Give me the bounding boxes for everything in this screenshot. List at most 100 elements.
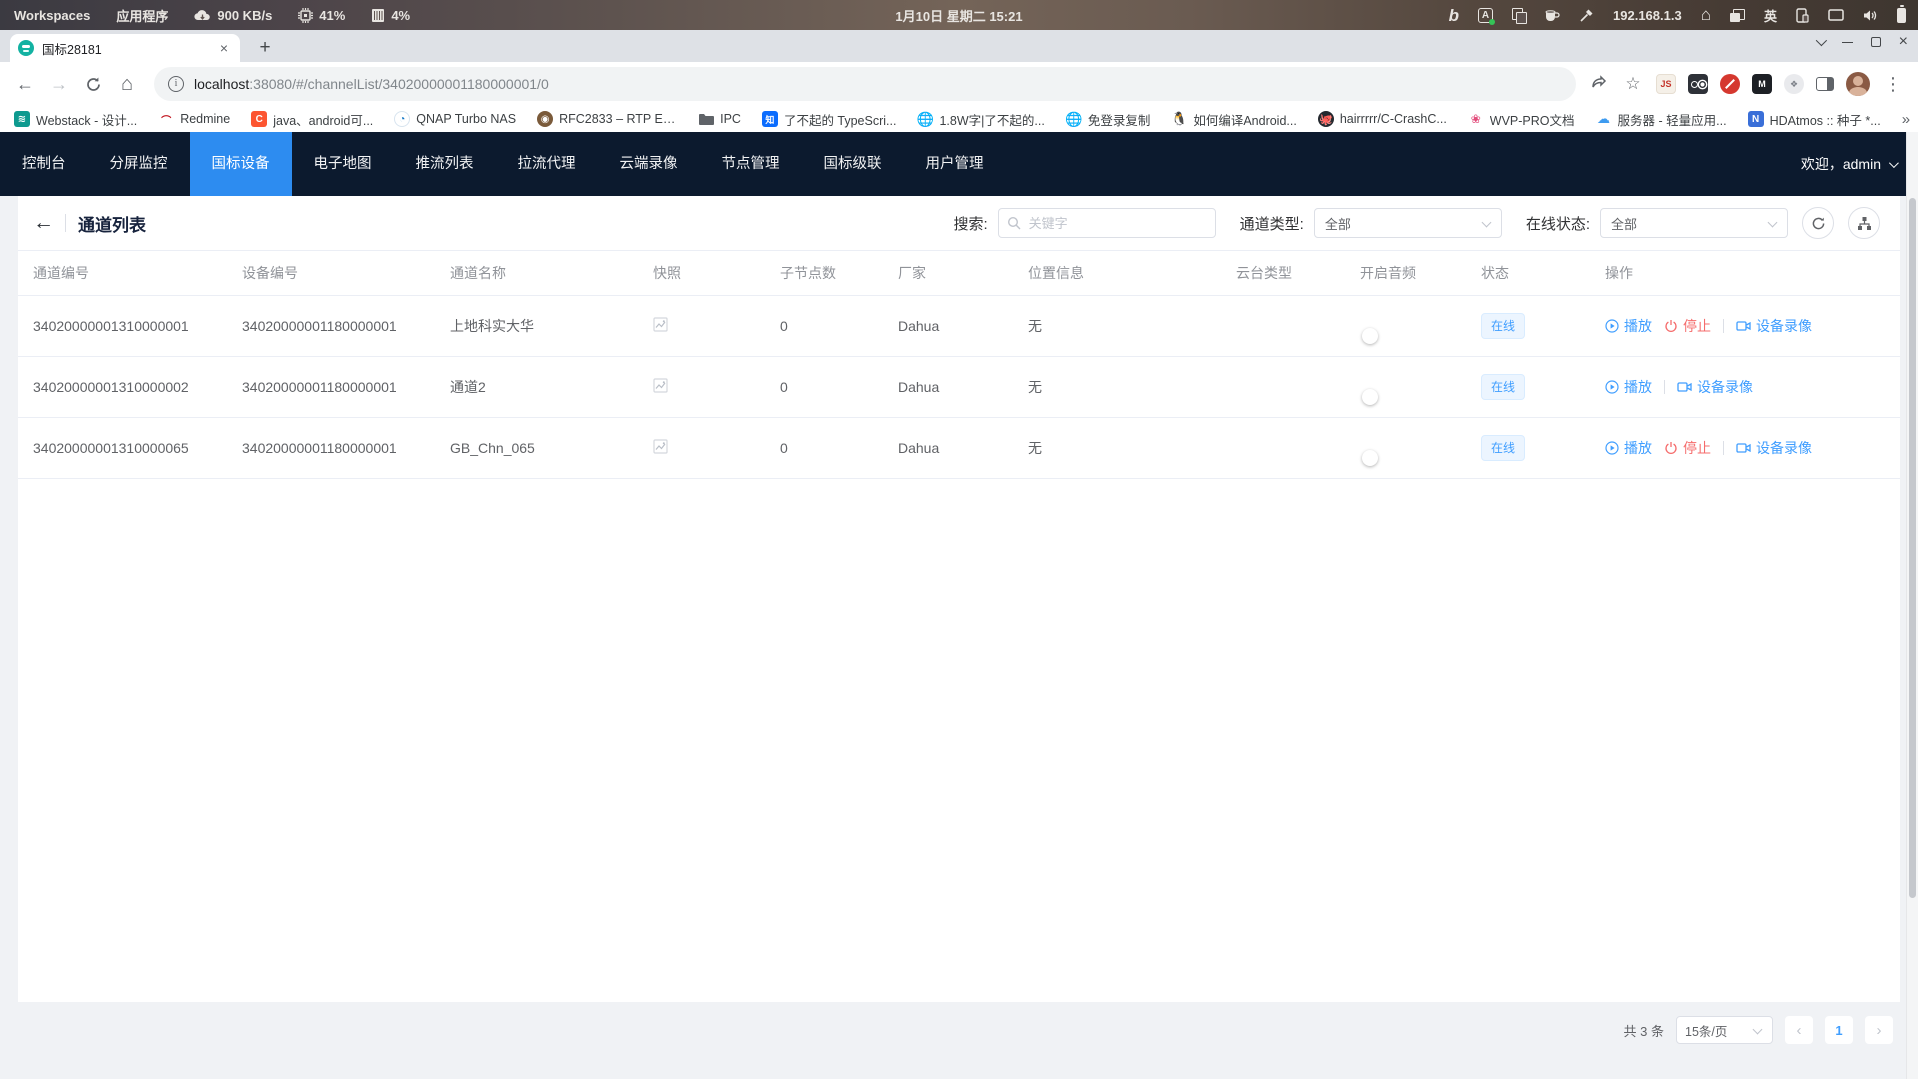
window-minimize-button[interactable] (1842, 42, 1853, 43)
nav-item-gb-devices[interactable]: 国标设备 (190, 132, 292, 196)
next-page-button[interactable]: › (1865, 1016, 1893, 1044)
panel-header: ← 通道列表 搜索: 通道类型: 全部 在线状态: 全部 (18, 196, 1900, 250)
extension-dark-icon[interactable]: M (1752, 74, 1772, 94)
window-close-button[interactable]: × (1899, 37, 1908, 47)
side-panel-button[interactable] (1816, 77, 1834, 91)
page-info-icon[interactable]: i (168, 76, 184, 92)
display-tray-icon[interactable] (1828, 9, 1844, 22)
device-record-button[interactable]: 设备录像 (1677, 377, 1753, 397)
window-maximize-button[interactable] (1871, 37, 1881, 47)
bing-tray-icon[interactable]: b (1449, 7, 1459, 24)
bookmark-redmine[interactable]: ⌒Redmine (158, 111, 230, 127)
nav-item-split-screen[interactable]: 分屏监控 (88, 132, 190, 196)
bookmark-typescript-zhihu[interactable]: 知了不起的 TypeScri... (762, 110, 897, 129)
bookmark-copy-nologin[interactable]: 🌐免登录复制 (1066, 110, 1151, 129)
stop-button[interactable]: 停止 (1664, 438, 1711, 458)
tree-view-button[interactable] (1848, 207, 1880, 239)
channel-type-select[interactable]: 全部 (1314, 208, 1502, 238)
location-cell: 无 (1028, 377, 1236, 397)
page-size-select[interactable]: 15条/页 (1676, 1016, 1773, 1044)
ip-address-indicator[interactable]: 192.168.1.3 (1613, 8, 1682, 23)
bookmarks-overflow-button[interactable]: » (1902, 111, 1910, 128)
applications-menu[interactable]: 应用程序 (116, 6, 168, 25)
device-record-button[interactable]: 设备录像 (1736, 316, 1812, 336)
nav-item-pull-proxy[interactable]: 拉流代理 (496, 132, 598, 196)
browser-menu-button[interactable]: ⋮ (1882, 74, 1904, 95)
browser-tab[interactable]: 国标28181 × (10, 34, 240, 62)
extension-adblock-icon[interactable] (1720, 74, 1740, 94)
table-row: 34020000001310000002 3402000000118000000… (18, 357, 1900, 418)
search-input[interactable] (998, 208, 1216, 238)
workspaces-button[interactable]: Workspaces (14, 8, 90, 23)
column-header-channel-id: 通道编号 (33, 263, 242, 283)
nav-item-cloud-record[interactable]: 云端录像 (598, 132, 700, 196)
browser-home-button[interactable]: ⌂ (112, 69, 142, 99)
play-button[interactable]: 播放 (1605, 438, 1652, 458)
memory-usage-indicator[interactable]: 4% (371, 8, 410, 23)
home-tray-icon[interactable]: ⌂ (1701, 5, 1711, 25)
stop-button[interactable]: 停止 (1664, 316, 1711, 336)
page-title: 通道列表 (78, 211, 146, 236)
scrollbar-thumb[interactable] (1909, 198, 1916, 898)
window-switcher-tray-icon[interactable] (1730, 9, 1745, 22)
rfc-favicon: ◉ (537, 111, 553, 127)
color-picker-tray-icon[interactable] (1579, 8, 1594, 23)
bookmark-github-crash[interactable]: 🐙hairrrrr/C-CrashC... (1318, 111, 1447, 127)
translate-tray-icon[interactable]: A (1478, 8, 1493, 23)
input-method-indicator[interactable]: 英 (1764, 6, 1777, 25)
bookmark-star-button[interactable]: ☆ (1622, 74, 1644, 94)
nav-item-gb-cascade[interactable]: 国标级联 (802, 132, 904, 196)
bookmark-wvp-pro-docs[interactable]: ❀WVP-PRO文档 (1468, 110, 1575, 129)
cpu-icon (298, 8, 313, 23)
bookmark-java-android[interactable]: Cjava、android可... (251, 110, 373, 129)
volume-tray-icon[interactable] (1863, 9, 1878, 22)
bookmark-rfc2833[interactable]: ◉RFC2833 – RTP Ev... (537, 111, 677, 127)
clipboard-tray-icon[interactable] (1512, 8, 1525, 22)
snapshot-cell[interactable] (653, 439, 780, 457)
extension-misc-icon[interactable]: ❖ (1784, 74, 1804, 94)
profile-avatar[interactable] (1846, 72, 1870, 96)
bookmark-hdatmos[interactable]: NHDAtmos :: 种子 *... (1748, 110, 1881, 129)
back-button[interactable]: ← (10, 69, 40, 99)
welcome-admin-menu[interactable]: 欢迎，admin (1801, 154, 1918, 174)
clock[interactable]: 1月10日 星期二 15:21 (895, 6, 1022, 25)
tab-close-button[interactable]: × (216, 40, 232, 56)
play-button[interactable]: 播放 (1605, 316, 1652, 336)
nav-item-push-list[interactable]: 推流列表 (394, 132, 496, 196)
page-scrollbar[interactable] (1906, 132, 1918, 1079)
bookmark-qnap[interactable]: ◔QNAP Turbo NAS (394, 111, 516, 127)
url-host: localhost (194, 76, 249, 92)
reload-button[interactable] (78, 69, 108, 99)
url-bar[interactable]: i localhost:38080/#/channelList/34020000… (154, 67, 1576, 101)
bookmark-webstack[interactable]: ≋Webstack - 设计... (14, 110, 137, 129)
bookmark-18w-article[interactable]: 🌐1.8W字|了不起的... (917, 110, 1044, 129)
prev-page-button[interactable]: ‹ (1785, 1016, 1813, 1044)
extension-glasses-icon[interactable] (1688, 74, 1708, 94)
online-status-select[interactable]: 全部 (1600, 208, 1788, 238)
nav-item-e-map[interactable]: 电子地图 (292, 132, 394, 196)
bookmark-ipc-folder[interactable]: IPC (698, 112, 741, 126)
page-back-button[interactable]: ← (33, 211, 63, 235)
bookmark-compile-android[interactable]: 🐧如何编译Android... (1171, 110, 1297, 129)
refresh-button[interactable] (1802, 207, 1834, 239)
snapshot-cell[interactable] (653, 378, 780, 396)
search-label: 搜索: (953, 213, 987, 234)
forward-button[interactable]: → (44, 69, 74, 99)
current-page-button[interactable]: 1 (1825, 1016, 1853, 1044)
bookmark-lighthouse-server[interactable]: ☁服务器 - 轻量应用... (1596, 110, 1727, 129)
coffee-caffeine-tray-icon[interactable] (1544, 8, 1560, 22)
nav-item-console[interactable]: 控制台 (0, 132, 88, 196)
nav-item-node-manage[interactable]: 节点管理 (700, 132, 802, 196)
share-button[interactable] (1588, 74, 1610, 95)
battery-tray-icon[interactable] (1897, 8, 1906, 23)
network-speed-indicator[interactable]: 900 KB/s (194, 8, 272, 23)
cpu-usage-indicator[interactable]: 41% (298, 8, 345, 23)
play-button[interactable]: 播放 (1605, 377, 1652, 397)
new-tab-button[interactable]: + (252, 37, 278, 59)
device-record-button[interactable]: 设备录像 (1736, 438, 1812, 458)
tab-search-chevron-icon[interactable] (1815, 35, 1826, 46)
extension-js-icon[interactable]: JS (1656, 74, 1676, 94)
phone-link-tray-icon[interactable] (1796, 8, 1809, 23)
snapshot-cell[interactable] (653, 317, 780, 335)
nav-item-user-manage[interactable]: 用户管理 (904, 132, 1006, 196)
